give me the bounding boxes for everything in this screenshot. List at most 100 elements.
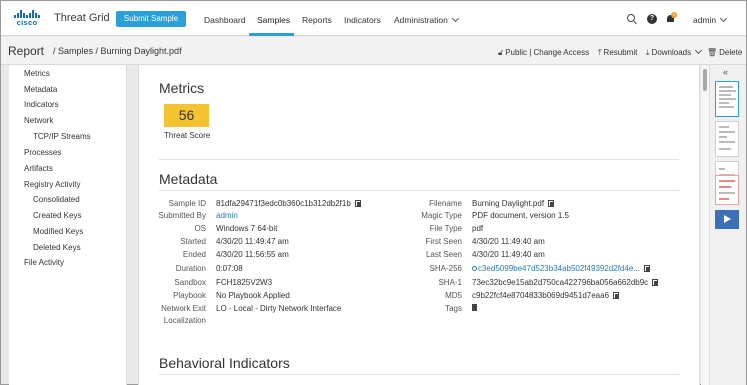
meta-label: Ended [182, 250, 206, 259]
filename-value: Burning Daylight.pdf [472, 199, 555, 208]
meta-label: First Seen [425, 237, 462, 246]
sidebar-item-artifacts[interactable]: Artifacts [24, 164, 53, 173]
sidebar-item-tcp-ip-streams[interactable]: TCP/IP Streams [33, 132, 91, 141]
thumbnail-page-4[interactable] [715, 175, 739, 205]
meta-label: Submitted By [158, 211, 206, 220]
report-sidebar: Metrics Metadata Indicators Network TCP/… [9, 65, 127, 385]
change-access-label: Public | Change Access [505, 48, 590, 57]
product-name: Threat Grid [54, 12, 110, 24]
threat-score-label: Threat Score [164, 131, 211, 140]
meta-label: Filename [429, 199, 462, 208]
sha256-link[interactable]: c3ed5099be47d523b34ab502f49392d2fd4e... [472, 264, 650, 273]
cisco-bars-icon [9, 10, 45, 18]
sha256-text: c3ed5099be47d523b34ab502f49392d2fd4e... [478, 264, 640, 273]
trash-icon: 🗑︎ [707, 48, 718, 57]
nav-reports[interactable]: Reports [302, 15, 332, 25]
sidebar-item-registry-activity[interactable]: Registry Activity [24, 180, 80, 189]
thumbnail-page-1[interactable] [715, 81, 739, 117]
change-access-button[interactable]: 🔓︎ Public | Change Access [498, 48, 589, 58]
search-icon [472, 266, 477, 271]
cisco-logo[interactable]: cisco [9, 10, 45, 30]
tag-icon[interactable] [472, 304, 477, 311]
meta-label: Sandbox [174, 278, 206, 287]
copy-icon[interactable] [643, 265, 650, 272]
chevron-down-icon [695, 46, 703, 55]
main-scrollbar[interactable] [701, 65, 709, 385]
nav-dashboard[interactable]: Dashboard [204, 15, 246, 25]
meta-label: File Type [429, 224, 462, 233]
report-content: Metrics 56 Threat Score Metadata Sample … [138, 65, 700, 385]
downloads-button[interactable]: ⤓ Downloads [646, 46, 703, 58]
user-name: admin [693, 15, 717, 25]
threat-score-badge: 56 [164, 104, 209, 127]
sidebar-item-indicators[interactable]: Indicators [24, 100, 59, 109]
chevron-down-icon [451, 14, 459, 23]
sidebar-item-modified-keys[interactable]: Modified Keys [33, 227, 83, 236]
nav-indicators[interactable]: Indicators [344, 15, 381, 25]
breadcrumb[interactable]: / Samples / Burning Daylight.pdf [53, 46, 182, 56]
nav-samples[interactable]: Samples [257, 15, 290, 25]
metadata-heading: Metadata [159, 171, 218, 187]
copy-icon[interactable] [548, 200, 555, 207]
notification-badge: 3 [671, 12, 677, 18]
meta-label: MD5 [445, 291, 462, 300]
file-type-value: pdf [472, 224, 484, 233]
meta-label: Tags [445, 304, 462, 313]
copy-icon[interactable] [652, 279, 659, 286]
last-seen-value: 4/30/20 11:49:40 am [472, 250, 545, 259]
resubmit-button[interactable]: ⤒ Resubmit [598, 48, 637, 58]
meta-label: Sample ID [168, 199, 206, 208]
download-icon: ⤓ [646, 48, 650, 57]
brand-name: cisco [16, 18, 38, 27]
page-title: Report [8, 44, 45, 58]
upload-icon: ⤒ [598, 48, 602, 57]
md5-value: c9b22fcf4e8704833b069d9451d7eaa6 [472, 291, 620, 300]
sidebar-item-consolidated[interactable]: Consolidated [33, 195, 80, 204]
divider [159, 190, 679, 191]
nav-administration-label: Administration [394, 15, 448, 25]
play-video-button[interactable] [715, 210, 739, 229]
sidebar-item-metadata[interactable]: Metadata [24, 85, 57, 94]
sidebar-item-created-keys[interactable]: Created Keys [33, 211, 81, 220]
active-tab-indicator [249, 33, 294, 36]
started-value: 4/30/20 11:49:47 am [216, 237, 289, 246]
meta-label: OS [194, 224, 206, 233]
sidebar-item-deleted-keys[interactable]: Deleted Keys [33, 243, 81, 252]
copy-icon[interactable] [613, 292, 620, 299]
nav-administration[interactable]: Administration [394, 14, 459, 25]
meta-label: Localization [163, 316, 206, 325]
sidebar-item-processes[interactable]: Processes [24, 148, 61, 157]
search-icon[interactable] [627, 14, 635, 22]
first-seen-value: 4/30/20 11:49:40 am [472, 237, 545, 246]
notifications-bell-icon[interactable]: 3 [666, 12, 677, 24]
meta-label: SHA-256 [429, 264, 462, 273]
playbook-value: No Playbook Applied [216, 291, 290, 300]
meta-label: SHA-1 [438, 278, 462, 287]
collapse-panel-icon[interactable]: « [723, 67, 728, 77]
os-value: Windows 7 64-bit [216, 224, 278, 233]
sample-id-text: 81dfa29471f3edc0b360c1b312db2f1b [216, 199, 351, 208]
sidebar-item-network[interactable]: Network [24, 116, 53, 125]
ended-value: 4/30/20 11:56:55 am [216, 250, 289, 259]
sidebar-item-file-activity[interactable]: File Activity [24, 258, 64, 267]
scrollbar-thumb[interactable] [703, 69, 707, 91]
sample-id-value: 81dfa29471f3edc0b360c1b312db2f1b [216, 199, 361, 208]
behavioral-indicators-heading: Behavioral Indicators [159, 355, 290, 371]
divider [159, 159, 679, 160]
meta-label: Started [180, 237, 206, 246]
submit-sample-button[interactable]: Submit Sample [116, 11, 186, 27]
thumbnail-page-2[interactable] [715, 121, 739, 157]
delete-label: Delete [719, 48, 743, 57]
duration-value: 0:07:08 [216, 264, 243, 273]
sidebar-item-metrics[interactable]: Metrics [24, 69, 50, 78]
copy-icon[interactable] [354, 200, 361, 207]
help-icon[interactable]: ? [647, 14, 657, 24]
meta-label: Duration [175, 264, 206, 273]
meta-label: Last Seen [425, 250, 462, 259]
submitted-by-link[interactable]: admin [216, 211, 238, 220]
user-menu[interactable]: admin [693, 14, 728, 25]
sha1-value: 73ec32bc9e15ab2d750ca422796ba056a662db9c [472, 278, 659, 287]
tags-value [472, 304, 477, 313]
resubmit-label: Resubmit [603, 48, 638, 57]
delete-button[interactable]: 🗑︎ Delete [707, 48, 742, 57]
